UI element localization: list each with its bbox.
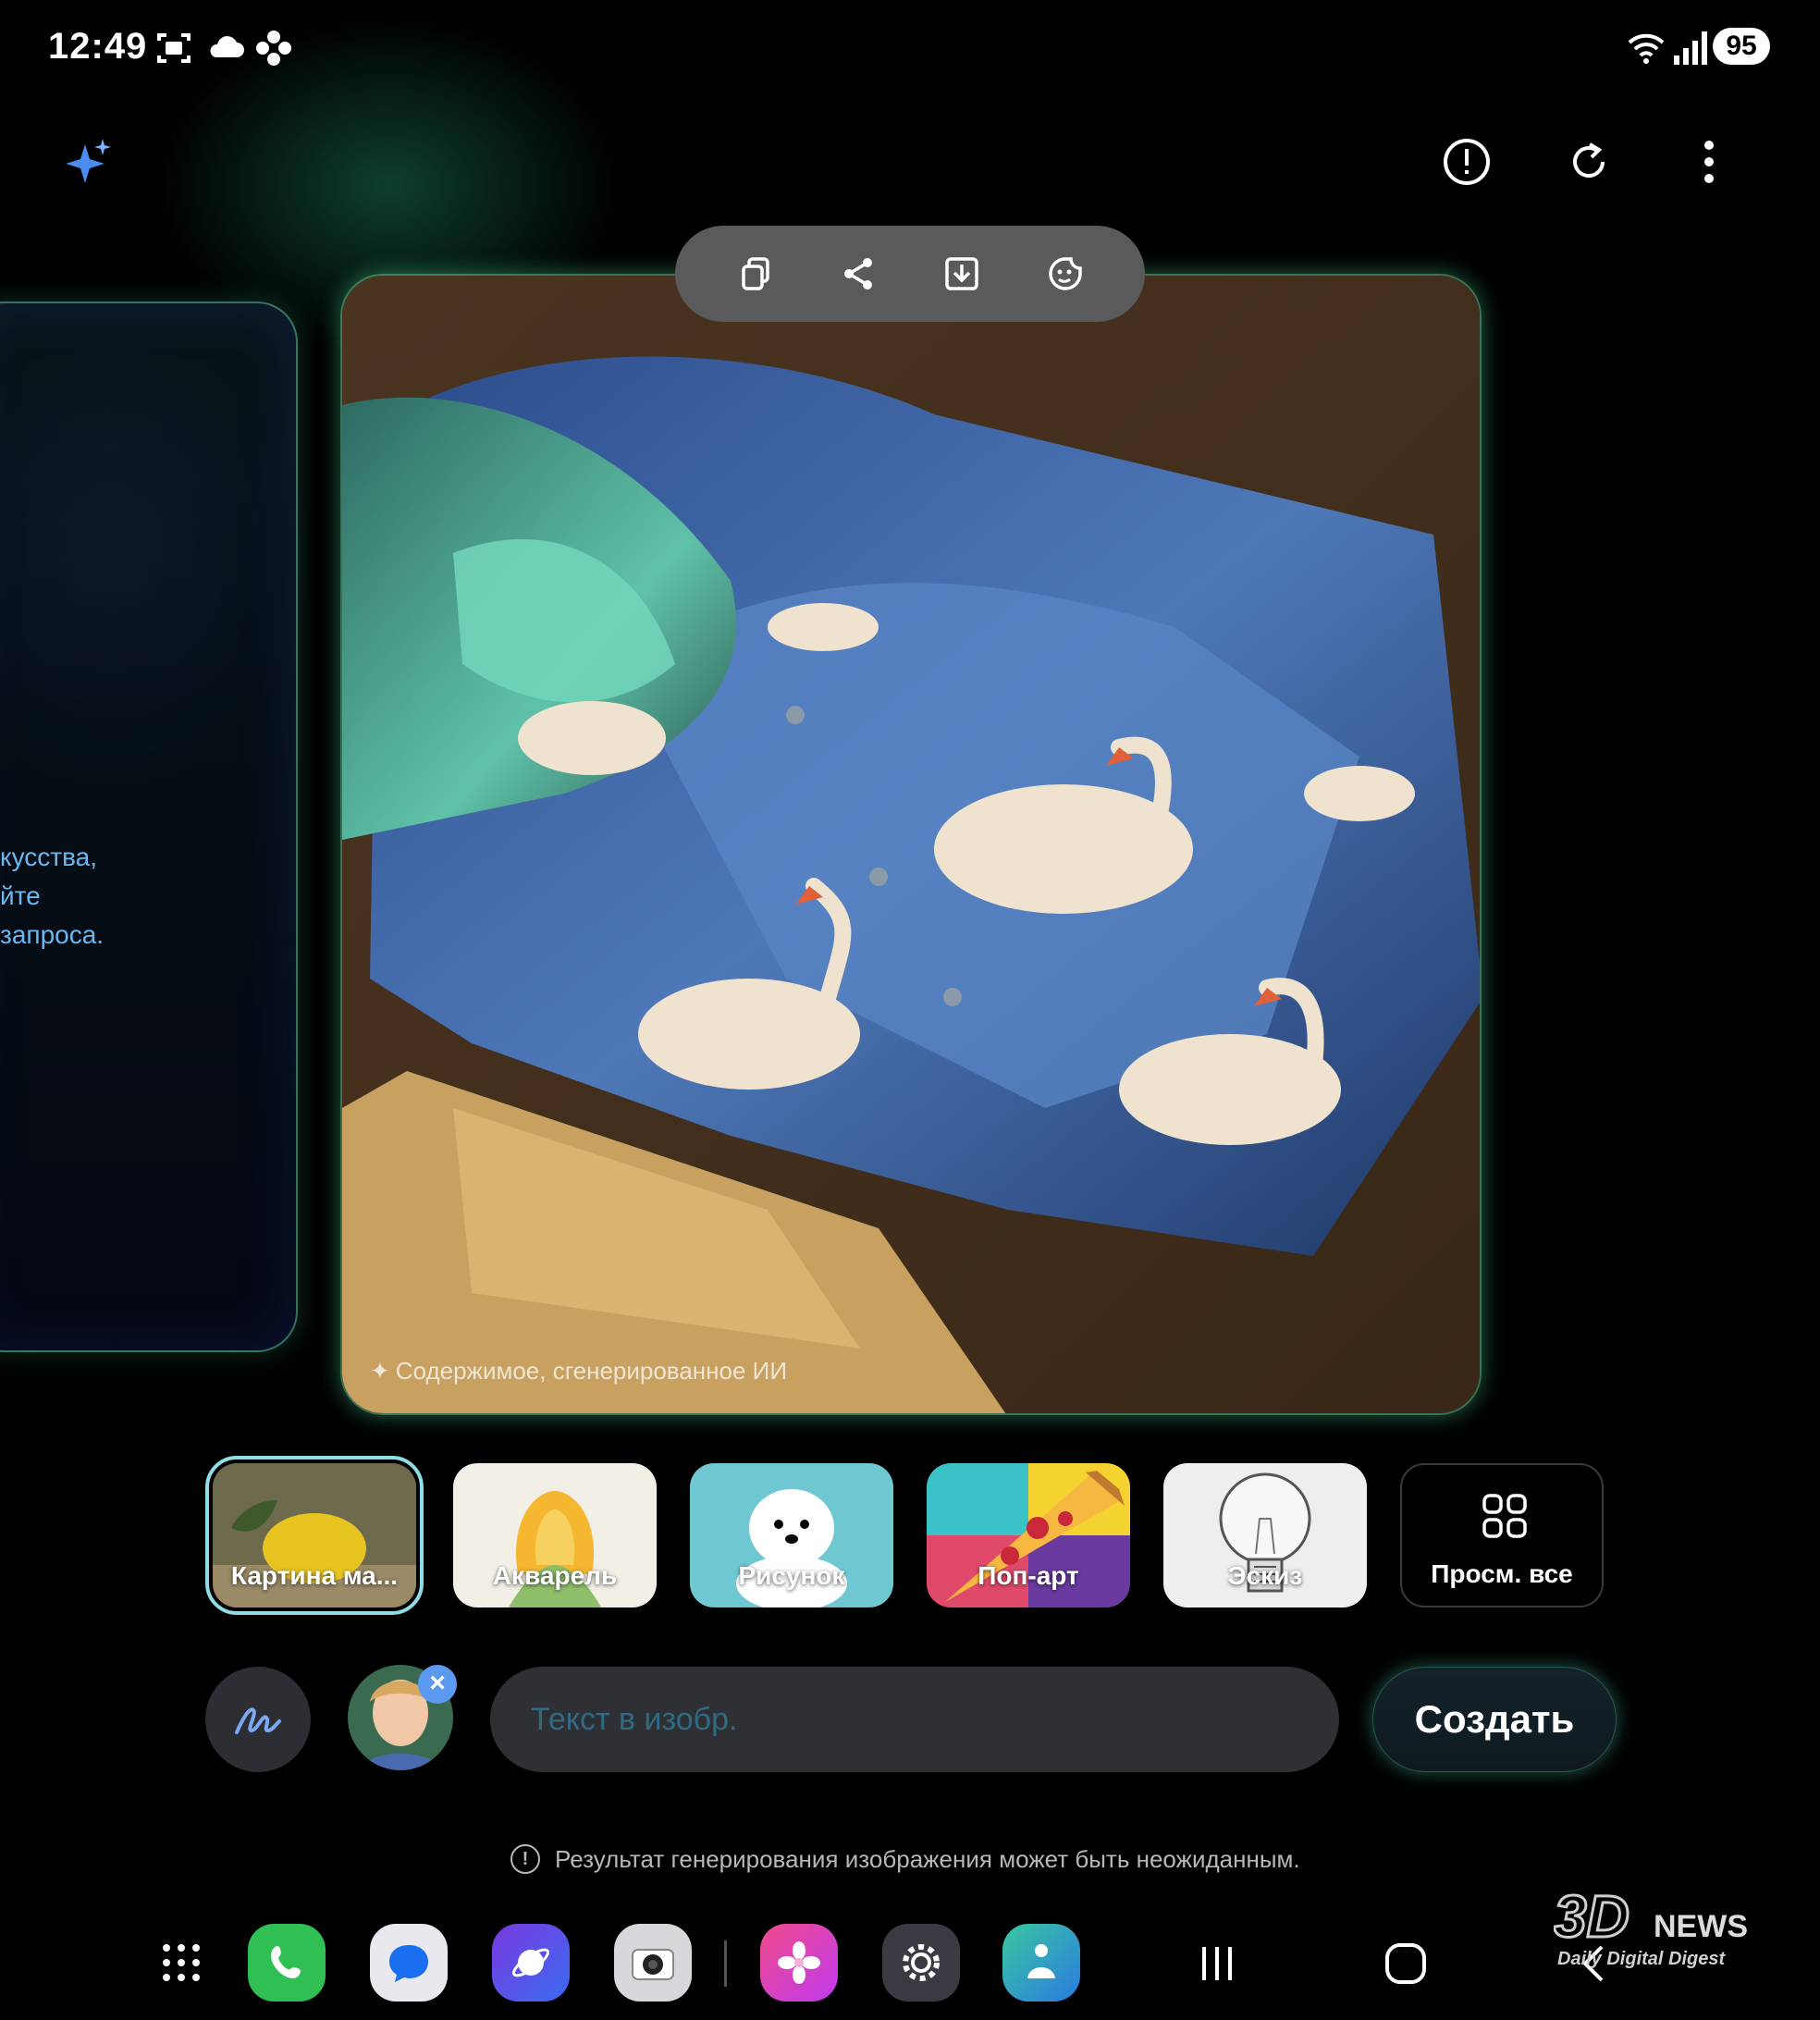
app-drawer-button[interactable] [142,1924,220,2002]
image-actions-toolbar [675,226,1145,322]
share-icon [844,258,872,289]
share-button[interactable] [834,250,882,298]
style-watercolor[interactable]: Акварель [453,1463,657,1607]
message-bubble-icon [389,1945,428,1982]
report-button[interactable] [1439,134,1494,190]
camera-icon [632,1949,674,1980]
copy-button[interactable] [731,250,779,298]
style-oil-painting[interactable]: Картина ма... [205,1456,424,1615]
sketch-input-button[interactable] [205,1667,311,1772]
wifi-icon [1628,33,1665,64]
home-button[interactable] [1378,1940,1433,1987]
download-icon [945,257,978,290]
view-all-styles-button[interactable]: Просм. все [1400,1463,1604,1607]
flower-gallery-icon [778,1941,820,1984]
disclaimer: ! Результат генерирования изображения мо… [510,1844,1300,1874]
dock-separator [724,1940,727,1987]
style-drawing[interactable]: Рисунок [690,1463,893,1607]
ai-watermark: ✦ Содержимое, сгенерированное ИИ [370,1357,788,1385]
previous-result-card[interactable] [0,302,298,1352]
sticker-icon [1049,257,1082,290]
prompt-input[interactable] [490,1667,1339,1772]
remove-photo-button[interactable]: × [418,1665,457,1704]
style-pop-art[interactable]: Поп-арт [927,1463,1130,1607]
phone-icon [271,1946,301,1978]
copy-icon [742,257,769,290]
cloud-icon [210,36,244,57]
refresh-icon [1573,142,1605,178]
internet-app[interactable] [492,1924,570,2002]
gear-icon [903,1944,940,1981]
alert-icon [1444,139,1490,185]
pen-scribble-icon [235,1707,281,1734]
gallery-app[interactable] [760,1924,838,2002]
status-time: 12:49 [48,26,148,67]
previous-card-text: кусства, йте запроса. [0,843,105,949]
phone-app[interactable] [248,1924,326,2002]
regenerate-button[interactable] [1561,134,1617,190]
3dnews-logo: 3D NEWS Daily Digital Digest [1554,1883,1748,1969]
generated-image[interactable]: ✦ Содержимое, сгенерированное ИИ [340,274,1482,1415]
painting-illustration [342,276,1480,1413]
status-bar: 12:49 95 [0,0,1820,92]
recents-icon [1202,1947,1232,1980]
create-button[interactable]: Создать [1372,1667,1617,1772]
flower-icon [256,31,291,66]
apps-grid-icon [163,1944,200,1981]
signal-icon [1674,31,1707,65]
more-vertical-icon [1704,141,1714,183]
sparkle-small-icon: ✦ [370,1357,390,1385]
camera-app[interactable] [614,1924,692,2002]
save-button[interactable] [938,250,986,298]
grid-icon [1482,1494,1527,1538]
screenshot-icon [157,33,191,63]
person-icon [1027,1944,1055,1978]
style-sketch[interactable]: Эскиз [1163,1463,1367,1607]
settings-app[interactable] [882,1924,960,2002]
info-icon: ! [510,1844,540,1874]
planet-icon [512,1948,549,1977]
messages-app[interactable] [370,1924,448,2002]
ai-sparkle-icon[interactable] [65,137,115,187]
svg-text:NEWS: NEWS [1654,1909,1748,1944]
more-options-button[interactable] [1681,134,1737,190]
home-icon [1385,1943,1426,1984]
recents-button[interactable] [1189,1940,1245,1987]
svg-text:Daily Digital Digest: Daily Digital Digest [1557,1949,1726,1969]
sticker-button[interactable] [1041,250,1089,298]
svg-text:3D: 3D [1554,1883,1629,1950]
battery-indicator: 95 [1713,28,1770,65]
bixby-app[interactable] [1002,1924,1080,2002]
reference-photo[interactable]: × [348,1665,457,1770]
